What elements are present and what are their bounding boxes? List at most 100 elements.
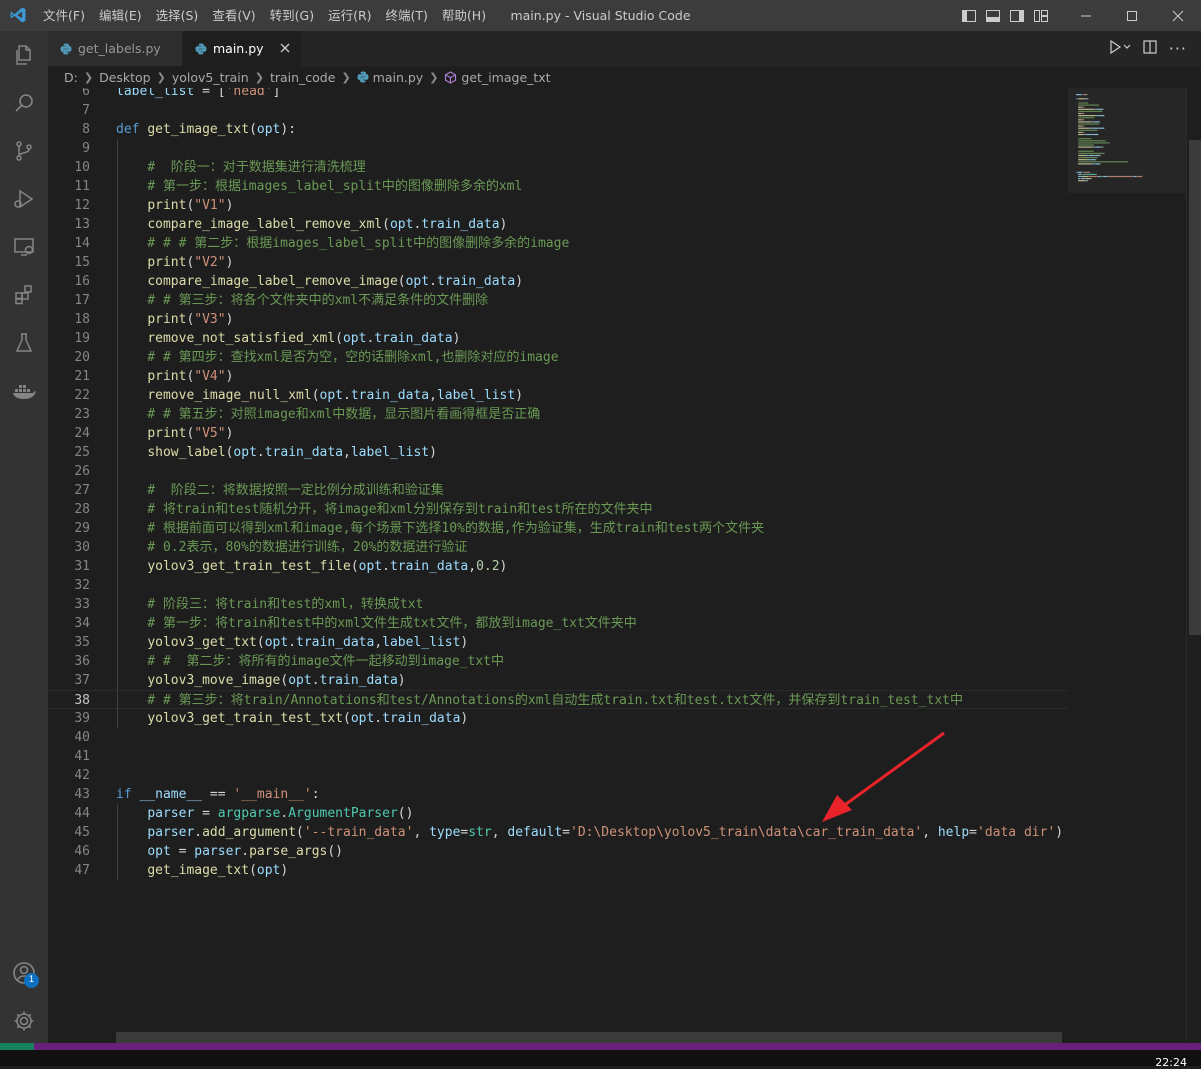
code-token: "V1": [194, 198, 226, 213]
code-line[interactable]: 47 get_image_txt(opt): [48, 861, 1068, 880]
menu-terminal[interactable]: 终端(T): [379, 0, 435, 31]
code-line[interactable]: 44 parser = argparse.ArgumentParser(): [48, 804, 1068, 823]
split-editor-icon[interactable]: [1143, 39, 1157, 58]
code-line[interactable]: 34 # 第一步：将train和test中的xml文件生成txt文件，都放到im…: [48, 614, 1068, 633]
code-token: ==: [202, 787, 234, 802]
code-line[interactable]: 46 opt = parser.parse_args(): [48, 842, 1068, 861]
code-line[interactable]: 6 label_list = ['head']: [48, 88, 1068, 101]
code-line[interactable]: 26: [48, 462, 1068, 481]
code-line[interactable]: 40: [48, 728, 1068, 747]
breadcrumb-item[interactable]: train_code: [270, 70, 336, 85]
code-line[interactable]: 36 # # 第二步：将所有的image文件一起移动到image_txt中: [48, 652, 1068, 671]
code-line[interactable]: 42: [48, 766, 1068, 785]
search-icon[interactable]: [0, 79, 48, 127]
testing-icon[interactable]: [0, 319, 48, 367]
docker-icon[interactable]: [0, 367, 48, 415]
code-line[interactable]: 24 print("V5"): [48, 424, 1068, 443]
run-python-file-icon[interactable]: [1109, 39, 1131, 58]
minimize-icon[interactable]: [1063, 0, 1109, 31]
scrollbar-thumb[interactable]: [1189, 140, 1201, 635]
code-line[interactable]: 15 print("V2"): [48, 253, 1068, 272]
code-line[interactable]: 41: [48, 747, 1068, 766]
breadcrumb-item[interactable]: D:: [64, 70, 78, 85]
more-actions-icon[interactable]: ···: [1169, 39, 1187, 58]
code-line[interactable]: 25 show_label(opt.train_data,label_list): [48, 443, 1068, 462]
code-line[interactable]: 43 if __name__ == '__main__':: [48, 785, 1068, 804]
code-line[interactable]: 20 # # 第四步：查找xml是否为空，空的话删除xml,也删除对应的imag…: [48, 348, 1068, 367]
source-control-icon[interactable]: [0, 127, 48, 175]
code-token: argparse: [217, 806, 281, 821]
code-line[interactable]: 19 remove_not_satisfied_xml(opt.train_da…: [48, 329, 1068, 348]
code-line[interactable]: 10 # 阶段一：对于数据集进行清洗梳理: [48, 158, 1068, 177]
code-line[interactable]: 18 print("V3"): [48, 310, 1068, 329]
remote-indicator[interactable]: [0, 1043, 34, 1050]
menu-run[interactable]: 运行(R): [321, 0, 378, 31]
code-line[interactable]: 23 # # 第五步：对照image和xml中数据，显示图片看画得框是否正确: [48, 405, 1068, 424]
settings-gear-icon[interactable]: [0, 997, 48, 1045]
code-line[interactable]: 32: [48, 576, 1068, 595]
code-line[interactable]: 7: [48, 101, 1068, 120]
minimap[interactable]: [1068, 88, 1186, 1043]
menu-edit[interactable]: 编辑(E): [92, 0, 149, 31]
code-line[interactable]: 22 remove_image_null_xml(opt.train_data,…: [48, 386, 1068, 405]
tab-main[interactable]: main.py: [183, 31, 301, 66]
code-line[interactable]: 39 yolov3_get_train_test_txt(opt.train_d…: [48, 709, 1068, 728]
code-token: __name__: [139, 787, 203, 802]
toggle-panel-icon[interactable]: [981, 0, 1005, 31]
explorer-icon[interactable]: [0, 31, 48, 79]
code-line[interactable]: 31 yolov3_get_train_test_file(opt.train_…: [48, 557, 1068, 576]
accounts-icon[interactable]: 1: [0, 949, 48, 997]
code-line[interactable]: 9: [48, 139, 1068, 158]
menu-go[interactable]: 转到(G): [263, 0, 321, 31]
menu-selection[interactable]: 选择(S): [149, 0, 206, 31]
breadcrumb-item[interactable]: main.py: [373, 70, 424, 85]
code-line[interactable]: 11 # 第一步：根据images_label_split中的图像删除多余的xm…: [48, 177, 1068, 196]
close-tab-icon[interactable]: [277, 40, 293, 56]
code-token: yolov3_get_txt: [147, 635, 257, 650]
tab-get-labels[interactable]: get_labels.py: [48, 31, 183, 66]
run-debug-icon[interactable]: [0, 175, 48, 223]
code-token: parser: [147, 825, 195, 840]
function-symbol-icon: [444, 70, 457, 84]
menu-view[interactable]: 查看(V): [205, 0, 262, 31]
code-token: opt: [256, 122, 281, 137]
code-line[interactable]: 27 # 阶段二：将数据按照一定比例分成训练和验证集: [48, 481, 1068, 500]
code-line[interactable]: 13 compare_image_label_remove_xml(opt.tr…: [48, 215, 1068, 234]
code-line[interactable]: 14 # # # 第二步：根据images_label_split中的图像删除多…: [48, 234, 1068, 253]
code-token: def: [116, 122, 140, 137]
vertical-scrollbar[interactable]: [1186, 88, 1201, 1043]
code-line[interactable]: 35 yolov3_get_txt(opt.train_data,label_l…: [48, 633, 1068, 652]
code-line[interactable]: 45 parser.add_argument('--train_data', t…: [48, 823, 1068, 842]
customize-layout-icon[interactable]: [1029, 0, 1053, 31]
code-line[interactable]: 16 compare_image_label_remove_image(opt.…: [48, 272, 1068, 291]
menu-help[interactable]: 帮助(H): [435, 0, 493, 31]
toggle-secondary-sidebar-icon[interactable]: [1005, 0, 1029, 31]
toggle-primary-sidebar-icon[interactable]: [957, 0, 981, 31]
code-line[interactable]: 28 # 将train和test随机分开，将image和xml分别保存到trai…: [48, 500, 1068, 519]
menu-file[interactable]: 文件(F): [36, 0, 92, 31]
code-text: remove_image_null_xml(opt.train_data,lab…: [116, 386, 523, 405]
code-line[interactable]: 33 # 阶段三：将train和test的xml，转换成txt: [48, 595, 1068, 614]
code-line[interactable]: 38 # # 第三步：将train/Annotations和test/Annot…: [48, 690, 1068, 710]
minimap-preview: [1068, 88, 1186, 193]
horizontal-scrollbar[interactable]: [116, 1032, 1062, 1043]
code-text: opt = parser.parse_args(): [116, 842, 343, 861]
code-line[interactable]: 17 # # 第三步：将各个文件夹中的xml不满足条件的文件删除: [48, 291, 1068, 310]
code-token: 'head': [225, 88, 273, 99]
code-line[interactable]: 29 # 根据前面可以得到xml和image,每个场景下选择10%的数据,作为验…: [48, 519, 1068, 538]
breadcrumb-item[interactable]: yolov5_train: [172, 70, 249, 85]
extensions-icon[interactable]: [0, 271, 48, 319]
close-window-icon[interactable]: [1155, 0, 1201, 31]
code-editor[interactable]: 6 label_list = ['head'] 7 8 def get_image_tx…: [48, 88, 1068, 1043]
maximize-icon[interactable]: [1109, 0, 1155, 31]
code-line[interactable]: 8 def get_image_txt(opt):: [48, 120, 1068, 139]
code-line[interactable]: 12 print("V1"): [48, 196, 1068, 215]
code-line[interactable]: 30 # 0.2表示，80%的数据进行训练，20%的数据进行验证: [48, 538, 1068, 557]
code-line[interactable]: 37 yolov3_move_image(opt.train_data): [48, 671, 1068, 690]
remote-explorer-icon[interactable]: [0, 223, 48, 271]
breadcrumb-item[interactable]: get_image_txt: [461, 70, 550, 85]
breadcrumb-item[interactable]: Desktop: [99, 70, 151, 85]
code-line[interactable]: 21 print("V4"): [48, 367, 1068, 386]
